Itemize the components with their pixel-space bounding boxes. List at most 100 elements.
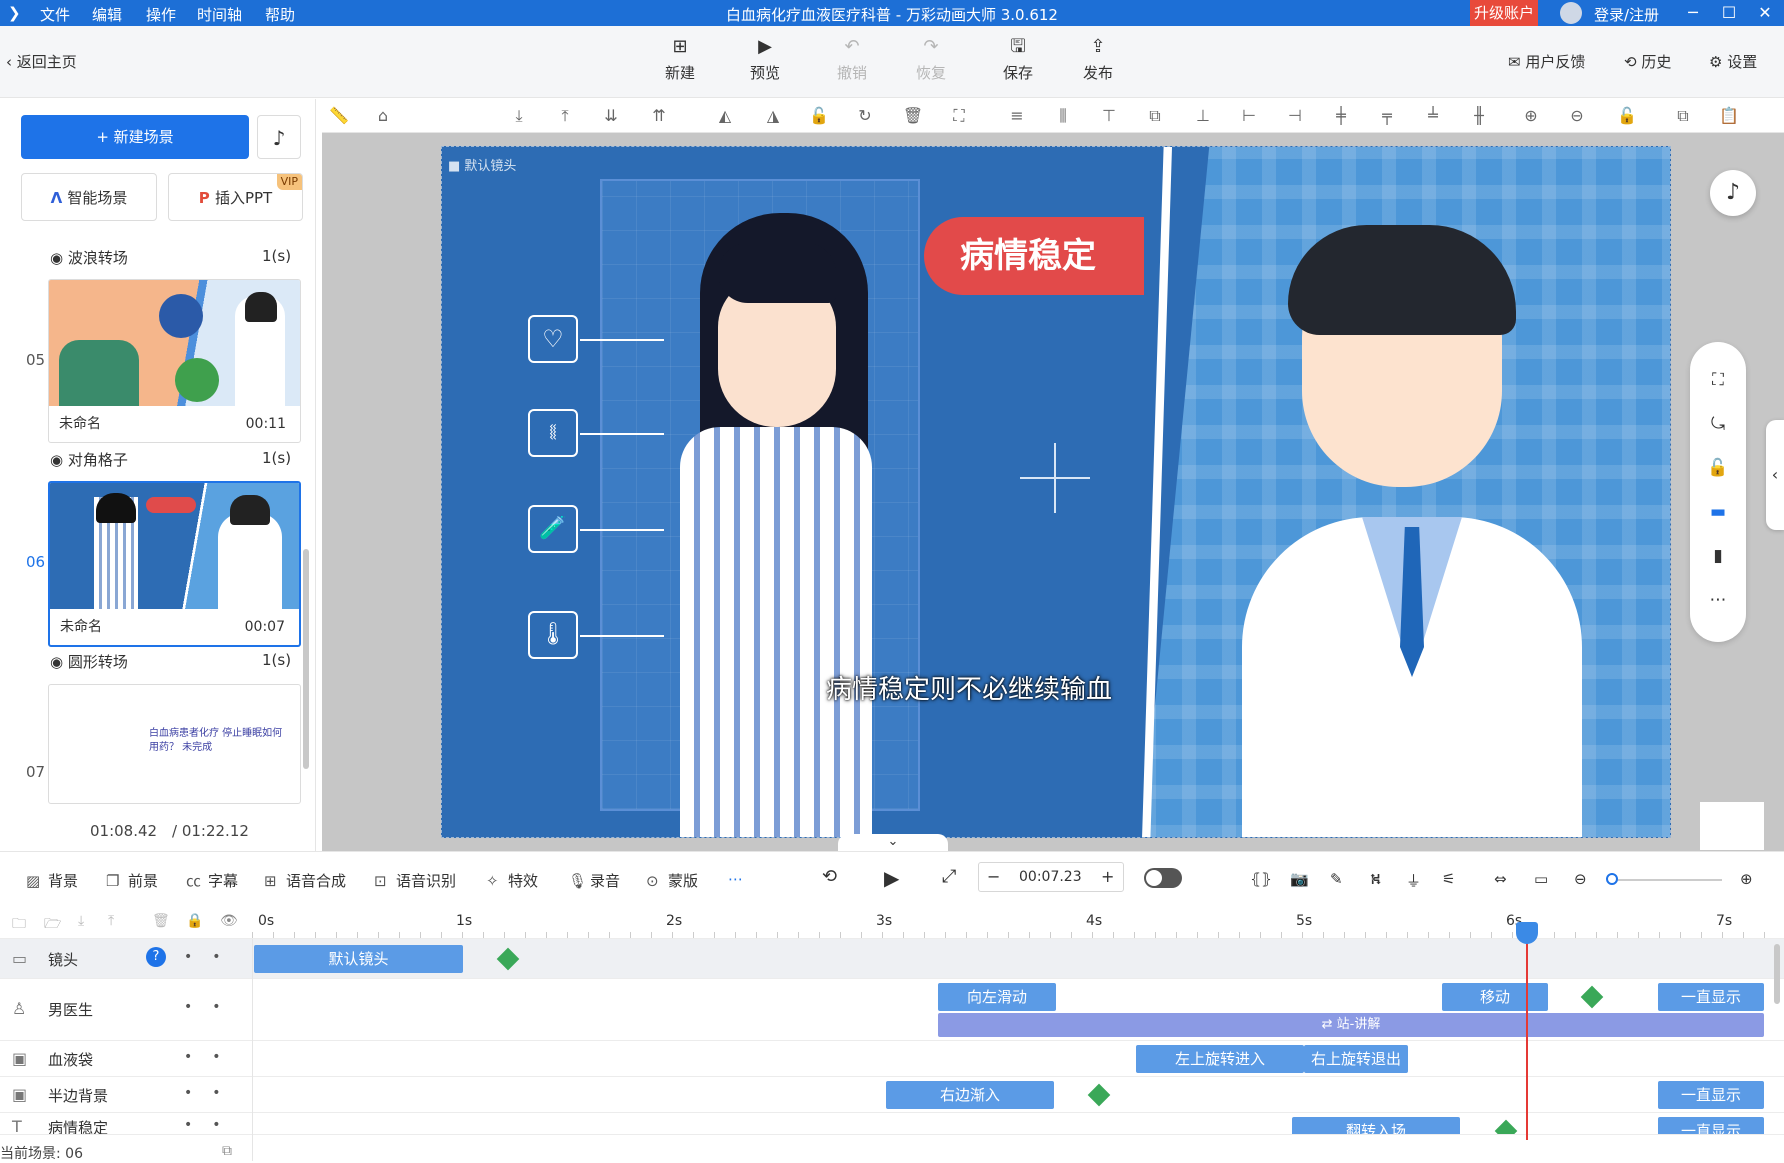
track-toggles[interactable]: •• <box>184 1085 241 1101</box>
background-button[interactable]: ▨ 背景 <box>26 870 78 891</box>
ratio-icon[interactable]: ▭ <box>1534 870 1548 888</box>
group-icon[interactable]: ⦃⦄ <box>1250 870 1272 888</box>
fit-screen-icon[interactable]: ⛶ <box>1707 370 1729 392</box>
clip-rotate-in[interactable]: 左上旋转进入 <box>1136 1045 1304 1073</box>
asr-button[interactable]: ⊡ 语音识别 <box>374 870 456 891</box>
track-toggles[interactable]: •• <box>184 1117 241 1133</box>
bottom-edge-icon[interactable]: ╧ <box>1422 105 1444 127</box>
menu-help[interactable]: 帮助 <box>265 4 295 25</box>
distribute-h-icon[interactable]: ⫼ <box>1052 105 1074 127</box>
flip-v-icon[interactable]: ◮ <box>762 105 784 127</box>
music-note-icon[interactable]: ♪ <box>1710 170 1756 216</box>
plus-icon[interactable]: + <box>1101 867 1114 886</box>
adjust-icon[interactable]: ⚟ <box>1442 870 1455 888</box>
track-half-bg[interactable]: ▣ 半边背景 •• 右边渐入 一直显示 <box>0 1077 1784 1113</box>
more-icon[interactable]: ⋯ <box>1707 590 1729 612</box>
clip-right-fade[interactable]: 右边渐入 <box>886 1081 1054 1109</box>
delete-icon[interactable]: 🗑 <box>152 913 170 929</box>
insert-ppt-button[interactable]: P 插入PPT VIP <box>168 173 303 221</box>
feedback-link[interactable]: ✉ 用户反馈 <box>1508 51 1585 72</box>
transition-diagonal[interactable]: ◉ 对角格子 1(s) <box>50 449 291 470</box>
fit-width-icon[interactable]: ⇔ <box>1494 870 1507 888</box>
fullscreen-icon[interactable]: ⤢ <box>942 866 956 887</box>
move-up-icon[interactable]: ⤒ <box>108 913 114 929</box>
smart-scene-button[interactable]: Λ 智能场景 <box>21 173 157 221</box>
home-icon[interactable]: ⌂ <box>372 105 394 127</box>
align-left-icon[interactable]: ⊢ <box>1238 105 1260 127</box>
clip-rotate-out[interactable]: 右上旋转退出 <box>1304 1045 1408 1073</box>
redo-button[interactable]: ↷ 恢复 <box>901 36 961 83</box>
publish-button[interactable]: ⇪ 发布 <box>1068 36 1128 83</box>
align-right-icon[interactable]: ⊣ <box>1284 105 1306 127</box>
caption-button[interactable]: ㏄字幕 <box>186 870 238 891</box>
toggle-switch[interactable] <box>1144 868 1182 888</box>
phone-icon[interactable]: ▮ <box>1707 546 1729 568</box>
zoom-in-icon[interactable]: ⊕ <box>1740 870 1753 888</box>
screen-icon[interactable]: ▬ <box>1707 502 1729 524</box>
save-button[interactable]: 🖫 保存 <box>988 36 1048 83</box>
delete-icon[interactable]: 🗑 <box>902 105 924 127</box>
lock-icon[interactable]: 🔓 <box>1707 458 1729 480</box>
copy-icon[interactable]: ⧉ <box>222 1143 232 1159</box>
replay-icon[interactable]: ⟲ <box>822 866 837 887</box>
login-link[interactable]: 登录/注册 <box>1594 4 1659 25</box>
align-middle-icon[interactable]: ⧉ <box>1144 105 1166 127</box>
ruler-icon[interactable]: 📏 <box>328 105 350 127</box>
flip-h-icon[interactable]: ◭ <box>714 105 736 127</box>
clip-slide-left[interactable]: 向左滑动 <box>938 983 1056 1011</box>
move-down-icon[interactable]: ⤓ <box>78 913 84 929</box>
lock-icon[interactable]: 🔓 <box>808 105 830 127</box>
align-top-icon[interactable]: ⊤ <box>1098 105 1120 127</box>
playhead[interactable] <box>1526 930 1528 1140</box>
new-button[interactable]: ⊞ 新建 <box>650 36 710 83</box>
clip-always-show[interactable]: 一直显示 <box>1658 1081 1764 1109</box>
bring-front-icon[interactable]: ⇈ <box>648 105 670 127</box>
rotate-view-icon[interactable]: ⤿ <box>1707 414 1729 436</box>
add-keyframe-icon[interactable] <box>496 947 520 971</box>
time-ruler[interactable]: 0s 1s 2s 3s 4s 5s 6s 7s <box>252 907 1784 939</box>
distribute-v-icon[interactable]: ╫ <box>1468 105 1490 127</box>
new-scene-button[interactable]: + 新建场景 <box>21 115 249 159</box>
filter-icon[interactable]: ⏚ <box>1406 870 1421 891</box>
track-male-doctor[interactable]: ♙ 男医生 •• 向左滑动 移动 一直显示 ⇄ 站-讲解 <box>0 979 1784 1041</box>
foreground-button[interactable]: ❐ 前景 <box>106 870 158 891</box>
clip-move[interactable]: 移动 <box>1442 983 1548 1011</box>
center-h-icon[interactable]: ╪ <box>1330 105 1352 127</box>
music-note-icon[interactable]: ♪ <box>257 115 301 159</box>
back-home-link[interactable]: ‹ 返回主页 <box>6 51 77 72</box>
scrollbar[interactable] <box>1774 944 1780 1004</box>
effects-button[interactable]: ✧ 特效 <box>486 870 538 891</box>
camera-icon[interactable]: 📷 <box>1290 870 1309 888</box>
unlock-icon[interactable]: 🔓 <box>1616 105 1638 127</box>
edit-icon[interactable]: ✎ <box>1330 870 1343 888</box>
zoom-slider[interactable] <box>1606 873 1722 885</box>
clip-always-show[interactable]: 一直显示 <box>1658 1117 1764 1134</box>
history-link[interactable]: ⟲ 历史 <box>1624 51 1671 72</box>
clip-flip-in[interactable]: 翻转入场 <box>1292 1117 1460 1134</box>
tag-icon[interactable]: ⛕ <box>1370 870 1381 890</box>
menu-timeline[interactable]: 时间轴 <box>197 4 242 25</box>
undo-button[interactable]: ↶ 撤销 <box>822 36 882 83</box>
track-toggles[interactable]: •• <box>184 999 241 1015</box>
zoom-in-icon[interactable]: ⊕ <box>1520 105 1542 127</box>
scrollbar[interactable] <box>303 549 309 769</box>
more-icon[interactable]: ⋯ <box>728 870 743 888</box>
align-bottom-icon[interactable]: ⊥ <box>1192 105 1214 127</box>
upgrade-button[interactable]: 升级账户 <box>1470 0 1538 26</box>
record-button[interactable]: 🎙 录音 <box>568 870 620 891</box>
time-input[interactable]: 00:07.23 <box>1019 869 1082 885</box>
transition-wave[interactable]: ◉ 波浪转场 1(s) <box>50 247 291 268</box>
minus-icon[interactable]: − <box>987 867 1000 886</box>
chevron-down-icon[interactable]: ⌄ <box>838 834 948 852</box>
track-toggles[interactable]: •• <box>184 1049 241 1065</box>
maximize-icon[interactable]: ☐ <box>1718 2 1740 24</box>
menu-operate[interactable]: 操作 <box>146 4 176 25</box>
help-icon[interactable]: ? <box>146 947 166 967</box>
paste-icon[interactable]: 📋 <box>1718 105 1740 127</box>
scene-canvas[interactable]: ■ 默认镜头 ♡ ⧛ 🧪 🌡 病情稳定 病情稳定则不必继续输血 <box>441 146 1671 838</box>
add-folder-icon[interactable]: 🗀 <box>12 913 26 937</box>
playhead-handle[interactable] <box>1516 922 1538 944</box>
track-camera[interactable]: ▭ 镜头 ? •• 默认镜头 <box>0 939 1784 979</box>
top-edge-icon[interactable]: ╤ <box>1376 105 1398 127</box>
play-icon[interactable]: ▶ <box>884 866 899 890</box>
